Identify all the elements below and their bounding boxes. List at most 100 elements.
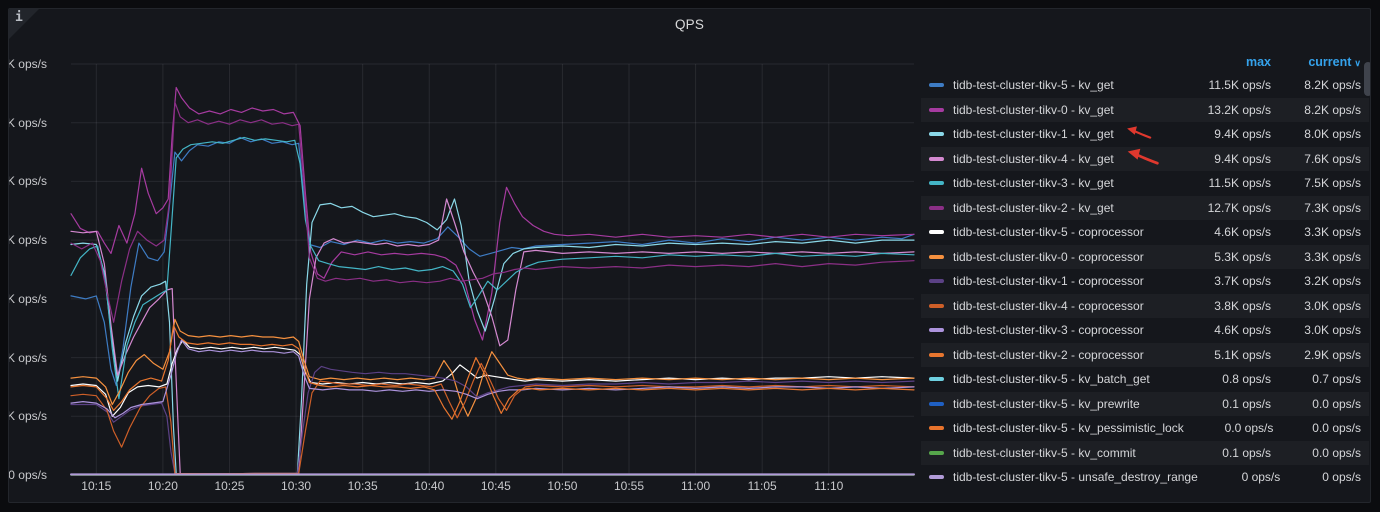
legend-row: tidb-test-cluster-tikv-4 - coprocessor 3.…	[921, 294, 1369, 319]
legend-row: tidb-test-cluster-tikv-5 - unsafe_destro…	[921, 465, 1369, 490]
series-max-value: 4.6K ops/s	[1214, 323, 1271, 338]
series-label[interactable]: tidb-test-cluster-tikv-3 - kv_get	[953, 176, 1114, 190]
series-line	[70, 136, 915, 400]
page-background: i QPS 0 ops/s2K ops/s4K ops/s6K ops/s8K …	[0, 0, 1380, 512]
series-max-value: 9.4K ops/s	[1214, 151, 1271, 166]
series-current-value: 0.0 ops/s	[1312, 445, 1361, 460]
series-color-swatch-icon[interactable]	[929, 132, 944, 137]
series-color-swatch-icon[interactable]	[929, 352, 944, 357]
series-color-swatch-icon[interactable]	[929, 107, 944, 112]
legend-sort-max[interactable]: max	[1179, 55, 1271, 69]
series-color-swatch-icon[interactable]	[929, 328, 944, 333]
series-current-value: 8.2K ops/s	[1304, 78, 1361, 93]
legend-sort-current[interactable]: current ∨	[1271, 55, 1361, 69]
series-color-swatch-icon[interactable]	[929, 156, 944, 161]
legend-sort-current-label: current	[1308, 55, 1352, 69]
legend-row: tidb-test-cluster-tikv-1 - kv_get 9.4K op…	[921, 122, 1369, 147]
series-color-swatch-icon[interactable]	[929, 377, 944, 382]
series-color-swatch-icon[interactable]	[929, 205, 944, 210]
series-current-value: 2.9K ops/s	[1304, 347, 1361, 362]
red-arrow-annotation-icon	[1126, 126, 1151, 139]
series-line	[70, 324, 915, 420]
series-max-value: 9.4K ops/s	[1214, 127, 1271, 142]
series-current-value: 7.3K ops/s	[1304, 200, 1361, 215]
series-line	[70, 318, 915, 417]
series-label[interactable]: tidb-test-cluster-tikv-0 - coprocessor	[953, 250, 1144, 264]
legend-row: tidb-test-cluster-tikv-1 - coprocessor 3.…	[921, 269, 1369, 294]
series-label[interactable]: tidb-test-cluster-tikv-5 - kv_get	[953, 78, 1114, 92]
series-label[interactable]: tidb-test-cluster-tikv-5 - kv_commit	[953, 446, 1136, 460]
series-current-value: 0.0 ops/s	[1312, 396, 1361, 411]
series-max-value: 0.1 ops/s	[1222, 396, 1271, 411]
series-label[interactable]: tidb-test-cluster-tikv-4 - kv_get	[953, 152, 1114, 166]
series-color-swatch-icon[interactable]	[929, 475, 944, 480]
series-max-value: 11.5K ops/s	[1208, 78, 1271, 93]
series-label[interactable]: tidb-test-cluster-tikv-3 - coprocessor	[953, 323, 1144, 337]
series-color-swatch-icon[interactable]	[929, 181, 944, 186]
red-arrow-annotation-icon	[1127, 149, 1159, 165]
series-max-value: 3.7K ops/s	[1214, 274, 1271, 289]
series-current-value: 3.3K ops/s	[1304, 225, 1361, 240]
series-max-value: 5.1K ops/s	[1214, 347, 1271, 362]
series-current-value: 7.6K ops/s	[1304, 151, 1361, 166]
series-current-value: 3.0K ops/s	[1304, 298, 1361, 313]
series-label[interactable]: tidb-test-cluster-tikv-5 - kv_prewrite	[953, 397, 1140, 411]
series-color-swatch-icon[interactable]	[929, 254, 944, 259]
series-max-value: 3.8K ops/s	[1214, 298, 1271, 313]
legend-row: tidb-test-cluster-tikv-5 - kv_batch_get 0…	[921, 367, 1369, 392]
legend-row: tidb-test-cluster-tikv-5 - kv_commit 0.1 …	[921, 441, 1369, 466]
series-max-value: 12.7K ops/s	[1207, 200, 1271, 215]
series-label[interactable]: tidb-test-cluster-tikv-5 - kv_batch_get	[953, 372, 1150, 386]
panel-info-corner[interactable]: i	[9, 9, 39, 39]
series-label[interactable]: tidb-test-cluster-tikv-4 - coprocessor	[953, 299, 1144, 313]
series-label[interactable]: tidb-test-cluster-tikv-5 - unsafe_destro…	[953, 470, 1198, 484]
series-current-value: 3.3K ops/s	[1304, 249, 1361, 264]
legend-rows: tidb-test-cluster-tikv-5 - kv_get 11.5K o…	[921, 73, 1369, 490]
series-line	[70, 86, 915, 341]
series-color-swatch-icon[interactable]	[929, 401, 944, 406]
series-current-value: 0.7 ops/s	[1312, 372, 1361, 387]
series-color-swatch-icon[interactable]	[929, 450, 944, 455]
qps-panel: i QPS 0 ops/s2K ops/s4K ops/s6K ops/s8K …	[8, 8, 1371, 503]
series-label[interactable]: tidb-test-cluster-tikv-5 - coprocessor	[953, 225, 1144, 239]
legend-row: tidb-test-cluster-tikv-5 - kv_prewrite 0.…	[921, 392, 1369, 417]
legend-row: tidb-test-cluster-tikv-5 - kv_pessimisti…	[921, 416, 1369, 441]
series-color-swatch-icon[interactable]	[929, 230, 944, 235]
series-max-value: 4.6K ops/s	[1214, 225, 1271, 240]
legend-header: max current ∨	[921, 51, 1369, 73]
legend-row: tidb-test-cluster-tikv-4 - kv_get 9.4K op…	[921, 147, 1369, 172]
legend-row: tidb-test-cluster-tikv-2 - kv_get 12.7K o…	[921, 196, 1369, 221]
series-current-value: 8.0K ops/s	[1304, 127, 1361, 142]
series-max-value: 0 ops/s	[1241, 470, 1281, 485]
series-color-swatch-icon[interactable]	[929, 303, 944, 308]
legend-row: tidb-test-cluster-tikv-3 - coprocessor 4.…	[921, 318, 1369, 343]
series-label[interactable]: tidb-test-cluster-tikv-1 - coprocessor	[953, 274, 1144, 288]
chevron-down-icon: ∨	[1354, 58, 1361, 68]
series-color-swatch-icon[interactable]	[929, 279, 944, 284]
series-label[interactable]: tidb-test-cluster-tikv-1 - kv_get	[953, 127, 1114, 141]
series-label[interactable]: tidb-test-cluster-tikv-2 - kv_get	[953, 201, 1114, 215]
series-max-value: 0.8 ops/s	[1222, 372, 1271, 387]
series-current-value: 7.5K ops/s	[1304, 176, 1361, 191]
legend-table: max current ∨ tidb-test-cluster-tikv-5 - …	[921, 51, 1369, 490]
legend-row: tidb-test-cluster-tikv-5 - kv_get 11.5K o…	[921, 73, 1369, 98]
series-label[interactable]: tidb-test-cluster-tikv-5 - kv_pessimisti…	[953, 421, 1184, 435]
series-current-value: 8.2K ops/s	[1304, 102, 1361, 117]
red-arrow-annotation	[1114, 125, 1152, 144]
series-max-value: 11.5K ops/s	[1208, 176, 1271, 191]
red-arrow-annotation	[1114, 147, 1160, 170]
series-current-value: 3.2K ops/s	[1304, 274, 1361, 289]
series-max-value: 5.3K ops/s	[1214, 249, 1271, 264]
series-label[interactable]: tidb-test-cluster-tikv-0 - kv_get	[953, 103, 1114, 117]
series-label[interactable]: tidb-test-cluster-tikv-2 - coprocessor	[953, 348, 1144, 362]
series-max-value: 0.1 ops/s	[1222, 445, 1271, 460]
series-color-swatch-icon[interactable]	[929, 426, 944, 431]
series-color-swatch-icon[interactable]	[929, 83, 944, 88]
series-current-value: 0.0 ops/s	[1312, 421, 1361, 436]
panel-title[interactable]: QPS	[9, 17, 1370, 32]
legend-scrollbar[interactable]	[1364, 62, 1370, 96]
series-max-value: 0.0 ops/s	[1224, 421, 1274, 436]
legend-row: tidb-test-cluster-tikv-0 - kv_get 13.2K o…	[921, 98, 1369, 123]
legend-row: tidb-test-cluster-tikv-0 - coprocessor 5.…	[921, 245, 1369, 270]
series-current-value: 3.0K ops/s	[1304, 323, 1361, 338]
